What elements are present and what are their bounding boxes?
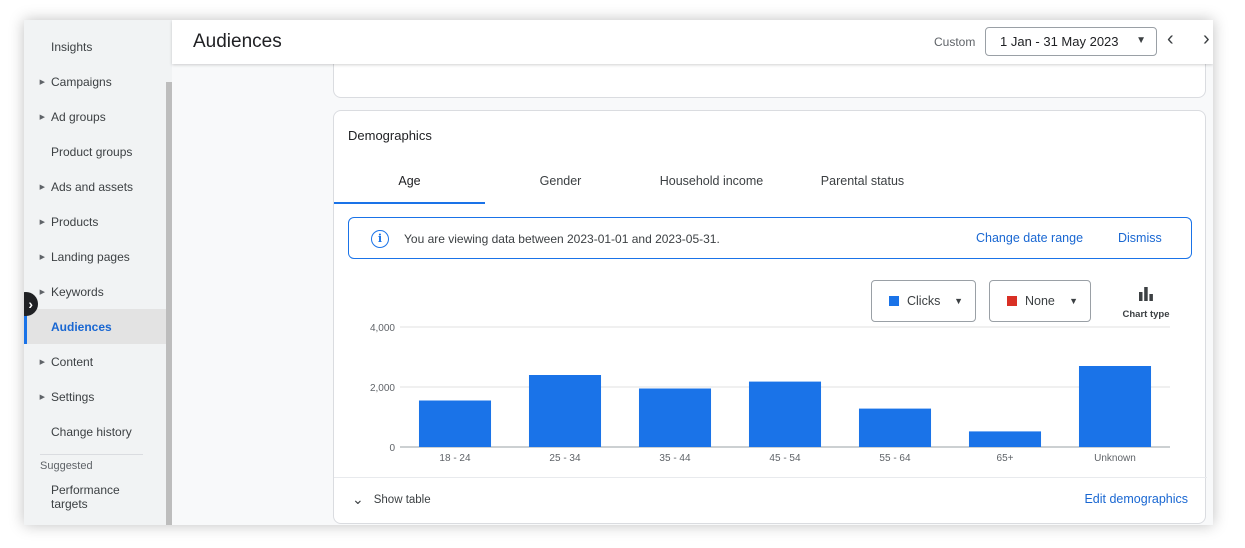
chevron-left-icon: ‹	[1167, 28, 1174, 50]
dismiss-link[interactable]: Dismiss	[1118, 231, 1162, 245]
sidebar-item-audiences[interactable]: Audiences	[24, 309, 166, 344]
page-title: Audiences	[193, 31, 282, 52]
bar-25-34	[528, 375, 602, 447]
x-tick-label: 65+	[997, 453, 1014, 464]
sidebar-item-keywords[interactable]: ▶ Keywords	[24, 274, 166, 309]
bar-65+	[968, 431, 1042, 447]
sidebar-item-label: Landing pages	[51, 249, 130, 264]
age-bar-chart: 0 2,000 4,000 18 - 24 25 - 34 35 - 44 45 - 54 5…	[370, 323, 1170, 464]
caret-right-icon: ▶	[39, 78, 45, 86]
sidebar-item-landing-pages[interactable]: ▶ Landing pages	[24, 239, 166, 274]
bar-chart-icon	[1139, 287, 1153, 301]
y-tick-label: 2,000	[370, 383, 395, 394]
caret-right-icon: ▶	[39, 113, 45, 121]
x-tick-label: Unknown	[1094, 453, 1136, 464]
date-range-select[interactable]: 1 Jan - 31 May 2023 ▼	[985, 27, 1157, 56]
date-range-value: 1 Jan - 31 May 2023	[1000, 34, 1119, 49]
chevron-right-icon: ›	[1203, 28, 1210, 50]
tab-age[interactable]: Age	[334, 174, 485, 204]
y-tick-label: 0	[389, 443, 395, 454]
caret-right-icon: ▶	[39, 253, 45, 261]
date-mode-label: Custom	[934, 35, 976, 49]
sidebar-item-insights[interactable]: Insights	[24, 29, 166, 64]
sidebar-item-performance-targets[interactable]: Performance targets	[51, 483, 151, 511]
chevron-down-icon: ⌄	[352, 491, 364, 507]
sidebar-item-label: Change history	[51, 424, 132, 439]
sidebar-item-settings[interactable]: ▶ Settings	[24, 379, 166, 414]
y-tick-label: 4,000	[370, 323, 395, 334]
metric-2-label: None	[1025, 294, 1055, 308]
sidebar-item-change-history[interactable]: Change history	[24, 414, 166, 449]
x-tick-label: 25 - 34	[549, 453, 581, 464]
metric-2-swatch	[1007, 296, 1017, 306]
info-banner-text: You are viewing data between 2023-01-01 …	[404, 232, 720, 246]
sidebar-item-label: Content	[51, 354, 94, 369]
bar-55-64	[858, 408, 932, 447]
sidebar-item-product-groups[interactable]: Product groups	[24, 134, 166, 169]
sidebar-item-campaigns[interactable]: ▶ Campaigns	[24, 64, 166, 99]
metric-1-label: Clicks	[907, 294, 941, 308]
sidebar-item-label: Keywords	[51, 284, 104, 299]
sidebar-divider	[40, 454, 143, 455]
bar-18-24	[418, 400, 492, 447]
card-title: Demographics	[348, 128, 432, 143]
bar-Unknown	[1078, 366, 1152, 447]
demographics-card: Demographics Age Gender Household income…	[333, 110, 1207, 524]
show-table-label: Show table	[373, 493, 431, 506]
sidebar-item-ads-and-assets[interactable]: ▶ Ads and assets	[24, 169, 166, 204]
sidebar-item-label: Product groups	[51, 144, 133, 159]
sidebar-item-label: Ads and assets	[51, 179, 134, 194]
chevron-right-icon: ›	[28, 296, 33, 312]
info-banner: i You are viewing data between 2023-01-0…	[348, 217, 1192, 259]
change-date-range-link[interactable]: Change date range	[976, 231, 1083, 245]
dropdown-arrow-icon: ▼	[954, 296, 963, 306]
card-divider	[334, 477, 1207, 478]
caret-right-icon: ▶	[39, 218, 45, 226]
x-tick-label: 45 - 54	[769, 453, 801, 464]
previous-period-button[interactable]: ‹	[1167, 28, 1174, 51]
info-icon: i	[371, 230, 389, 248]
app-window: Suggested Performance targets Insights ▶ C…	[24, 20, 1213, 525]
tab-gender[interactable]: Gender	[485, 174, 636, 202]
metric-1-swatch	[889, 296, 899, 306]
caret-right-icon: ▶	[39, 393, 45, 401]
edit-demographics-link[interactable]: Edit demographics	[1084, 492, 1188, 506]
sidebar-item-products[interactable]: ▶ Products	[24, 204, 166, 239]
sidebar-item-ad-groups[interactable]: ▶ Ad groups	[24, 99, 166, 134]
tab-parental-status[interactable]: Parental status	[787, 174, 938, 202]
sidebar-item-content[interactable]: ▶ Content	[24, 344, 166, 379]
show-table-button[interactable]: ⌄ Show table	[352, 491, 431, 508]
sidebar-item-label: Audiences	[51, 319, 112, 334]
bar-45-54	[748, 381, 822, 447]
x-tick-label: 35 - 44	[659, 453, 691, 464]
top-header: Audiences Custom 1 Jan - 31 May 2023 ▼ ‹…	[172, 20, 1213, 64]
main-content: Audiences Custom 1 Jan - 31 May 2023 ▼ ‹…	[172, 20, 1213, 525]
caret-right-icon: ▶	[39, 183, 45, 191]
dropdown-arrow-icon: ▼	[1069, 296, 1078, 306]
next-period-button[interactable]: ›	[1203, 28, 1210, 51]
sidebar-item-label: Ad groups	[51, 109, 106, 124]
sidebar-item-label: Settings	[51, 389, 95, 404]
sidebar-item-label: Products	[51, 214, 99, 229]
tab-household-income[interactable]: Household income	[636, 174, 787, 202]
sidebar-item-label: Insights	[51, 39, 93, 54]
sidebar-suggested-label: Suggested	[40, 460, 93, 472]
x-tick-label: 55 - 64	[879, 453, 911, 464]
bar-35-44	[638, 388, 712, 447]
sidebar: Suggested Performance targets Insights ▶ C…	[24, 20, 172, 525]
x-tick-label: 18 - 24	[439, 453, 471, 464]
caret-right-icon: ▶	[39, 358, 45, 366]
sidebar-item-label: Campaigns	[51, 74, 112, 89]
dropdown-arrow-icon: ▼	[1136, 35, 1146, 46]
